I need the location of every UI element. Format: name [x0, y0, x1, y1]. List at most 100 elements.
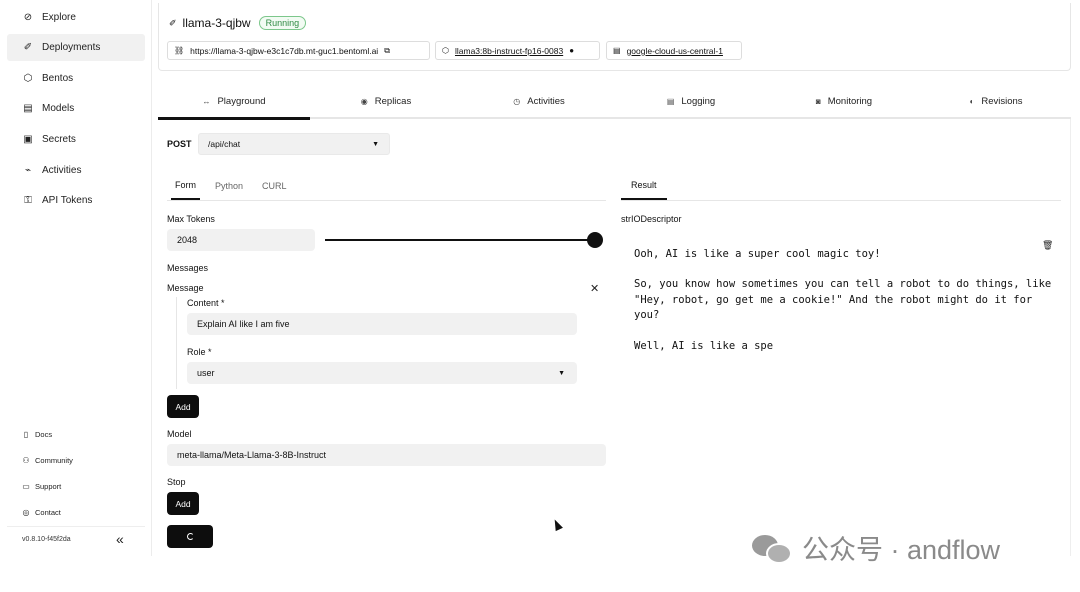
- tab-label: Replicas: [374, 96, 412, 107]
- model-label: Model: [167, 429, 192, 439]
- content-input[interactable]: Explain AI like I am five: [187, 313, 577, 335]
- max-tokens-slider-track[interactable]: [325, 239, 595, 241]
- footer-link-docs[interactable]: ▯ Docs: [22, 427, 52, 441]
- sidebar-item-label: API Tokens: [42, 195, 93, 206]
- tab-label: Playground: [217, 96, 266, 107]
- sidebar-item-secrets[interactable]: ▣ Secrets: [7, 126, 145, 153]
- server-icon: ▤: [613, 46, 621, 55]
- compass-icon: ⊘: [23, 12, 33, 23]
- max-tokens-label: Max Tokens: [167, 214, 215, 224]
- http-method: POST: [167, 139, 192, 149]
- footer-link-contact[interactable]: ◎ Contact: [22, 505, 61, 519]
- key-icon: ⚿: [24, 195, 32, 206]
- clock-icon: ◷: [513, 97, 521, 106]
- tab-python[interactable]: Python: [215, 172, 243, 200]
- tab-monitoring[interactable]: ◙ Monitoring: [768, 86, 920, 117]
- message-group-border: [176, 297, 177, 389]
- app-root: ⊘ Explore ✐ Deployments ⬡ Bentos ▤ Model…: [0, 0, 1080, 592]
- rocket-icon: ✐: [23, 42, 33, 53]
- sidebar-item-label: Models: [42, 103, 75, 114]
- request-format-tabs: Form Python CURL: [167, 172, 606, 201]
- rocket-icon: ✐: [169, 17, 177, 28]
- tab-result[interactable]: Result: [621, 172, 667, 200]
- link-icon: ⛓: [174, 46, 185, 55]
- info-icon: ●: [569, 46, 575, 55]
- sidebar-item-label: Bentos: [42, 73, 74, 84]
- result-tabs: Result: [621, 172, 1061, 201]
- tab-form[interactable]: Form: [171, 172, 200, 200]
- tab-curl[interactable]: CURL: [262, 172, 287, 200]
- footer-link-community[interactable]: ⚇ Community: [22, 453, 73, 467]
- result-line: Well, AI is like a spe: [634, 340, 774, 352]
- result-line: Ooh, AI is like a super cool magic toy!: [634, 248, 881, 260]
- doc-icon: ▯: [23, 429, 29, 439]
- deployment-tabs: ↔ Playground ◉ Replicas ◷ Activities ▤ L…: [158, 86, 1072, 120]
- sidebar-item-api-tokens[interactable]: ⚿ API Tokens: [7, 187, 145, 214]
- sidebar-divider: [7, 526, 145, 527]
- sidebar-item-label: Explore: [42, 12, 76, 23]
- deployment-name: llama-3-qjbw: [182, 16, 251, 30]
- content-label: Content *: [187, 298, 225, 308]
- cluster-chip[interactable]: ▤ google-cloud-us-central-1: [606, 41, 742, 60]
- result-descriptor: strIODescriptor: [621, 214, 682, 224]
- deployment-header: ✐ llama-3-qjbw Running ⛓ https://llama-3…: [158, 3, 1071, 71]
- role-value: user: [197, 368, 215, 378]
- collapse-sidebar-icon[interactable]: «: [116, 531, 124, 547]
- max-tokens-input[interactable]: 2048: [167, 229, 315, 251]
- replicas-icon: ◉: [360, 97, 368, 106]
- max-tokens-slider-handle[interactable]: [587, 232, 603, 248]
- status-badge: Running: [258, 16, 307, 30]
- cluster-link[interactable]: google-cloud-us-central-1: [627, 46, 723, 56]
- model-input[interactable]: meta-llama/Meta-Llama-3-8B-Instruct: [167, 444, 606, 466]
- bento-link[interactable]: llama3:8b-instruct-fp16-0083: [455, 46, 563, 56]
- close-icon[interactable]: ✕: [590, 282, 599, 295]
- sidebar-item-models[interactable]: ▤ Models: [7, 95, 145, 122]
- add-message-button[interactable]: Add: [167, 395, 199, 418]
- tab-replicas[interactable]: ◉ Replicas: [310, 86, 462, 117]
- footer-link-label: Docs: [35, 429, 53, 439]
- tab-activities[interactable]: ◷ Activities: [463, 86, 615, 117]
- sidebar: ⊘ Explore ✐ Deployments ⬡ Bentos ▤ Model…: [0, 0, 152, 556]
- endpoint-url: https://llama-3-qjbw-e3c1c7db.mt-guc1.be…: [190, 45, 379, 56]
- trash-icon[interactable]: 🗑: [1042, 240, 1053, 251]
- stop-label: Stop: [167, 477, 186, 487]
- tab-label: Monitoring: [827, 96, 873, 107]
- revisions-icon: ◐: [969, 97, 975, 106]
- loading-spinner-icon: [186, 533, 194, 540]
- chat-icon: ▭: [22, 481, 30, 491]
- sidebar-item-deployments[interactable]: ✐ Deployments: [7, 34, 145, 61]
- sidebar-item-label: Deployments: [42, 42, 101, 53]
- route-select[interactable]: /api/chat ▼: [198, 133, 390, 155]
- arrows-icon: ↔: [202, 97, 211, 106]
- footer-link-support[interactable]: ▭ Support: [22, 479, 61, 493]
- file-icon: ▤: [23, 103, 33, 114]
- sidebar-item-bentos[interactable]: ⬡ Bentos: [7, 65, 145, 92]
- role-select[interactable]: user ▼: [187, 362, 577, 384]
- copy-icon[interactable]: ⧉: [384, 46, 390, 56]
- activity-icon: ⌁: [24, 165, 32, 176]
- chevron-down-icon: ▼: [558, 369, 565, 377]
- route-value: /api/chat: [208, 139, 241, 149]
- submit-button[interactable]: [167, 525, 213, 548]
- tab-label: Revisions: [981, 96, 1023, 107]
- mail-icon: ◎: [22, 507, 30, 517]
- sidebar-item-activities[interactable]: ⌁ Activities: [7, 157, 145, 184]
- endpoint-url-chip[interactable]: ⛓ https://llama-3-qjbw-e3c1c7db.mt-guc1.…: [167, 41, 430, 60]
- tab-label: Activities: [527, 96, 565, 107]
- footer-link-label: Contact: [35, 507, 61, 517]
- tab-logging[interactable]: ▤ Logging: [615, 86, 767, 117]
- log-icon: ▤: [666, 97, 675, 106]
- cube-icon: ⬡: [442, 46, 449, 55]
- tab-revisions[interactable]: ◐ Revisions: [920, 86, 1072, 117]
- sidebar-item-label: Secrets: [42, 134, 76, 145]
- key-box-icon: ▣: [23, 134, 33, 145]
- chevron-down-icon: ▼: [372, 140, 379, 148]
- bento-chip[interactable]: ⬡ llama3:8b-instruct-fp16-0083 ●: [435, 41, 600, 60]
- deployment-title-row: ✐ llama-3-qjbw Running: [169, 16, 307, 30]
- role-label: Role *: [187, 347, 212, 357]
- version-label: v0.8.10-f45f2da: [22, 536, 71, 543]
- sidebar-item-explore[interactable]: ⊘ Explore: [7, 4, 145, 31]
- tab-playground[interactable]: ↔ Playground: [158, 86, 310, 120]
- add-stop-button[interactable]: Add: [167, 492, 199, 515]
- panel-border: [1070, 119, 1071, 556]
